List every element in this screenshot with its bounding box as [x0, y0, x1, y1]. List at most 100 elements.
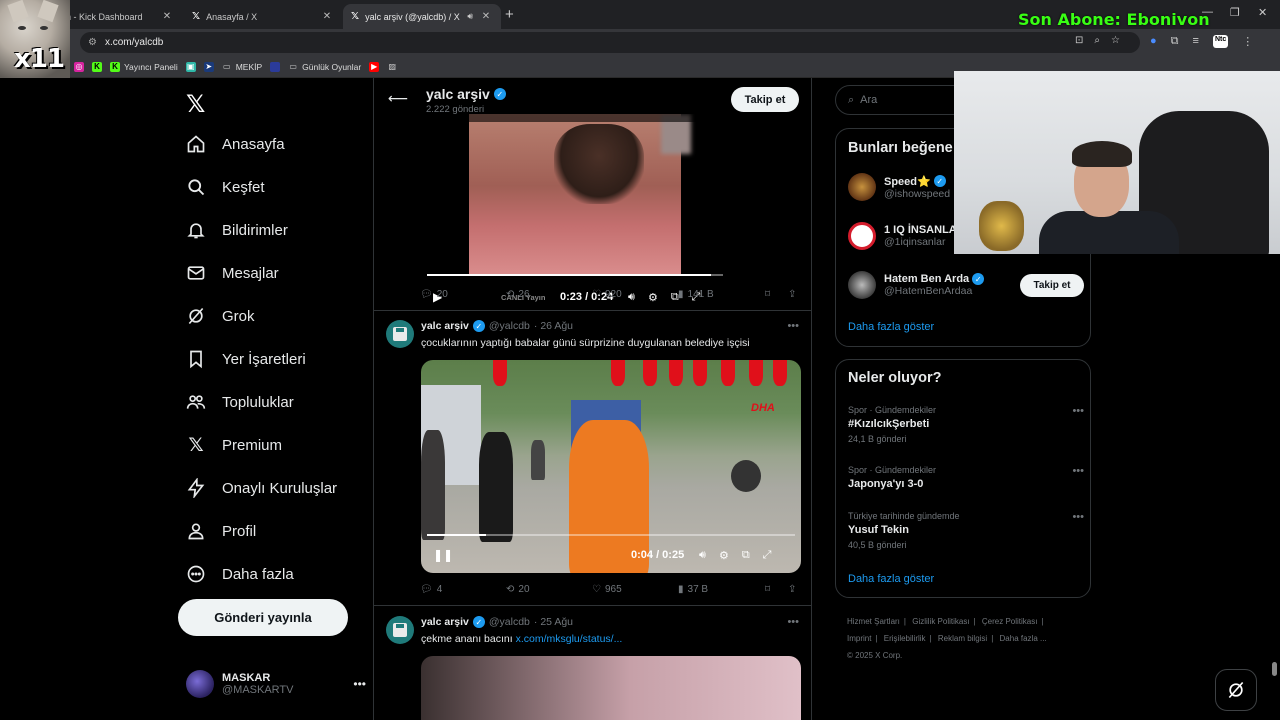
bookmark-arrow[interactable]: ➤ [203, 61, 214, 72]
post-author[interactable]: yalc arşiv [421, 616, 469, 628]
views-button[interactable]: ▮ 37 B [678, 584, 708, 595]
volume-icon[interactable]: 🔊︎ [699, 549, 706, 562]
nav-item-bildirimler[interactable]: Bildirimler [186, 220, 288, 240]
post-handle[interactable]: @yalcdb [489, 616, 530, 628]
kebab-menu-icon[interactable]: ⋮ [1242, 35, 1253, 48]
nav-label: Grok [222, 307, 255, 325]
restore-icon[interactable]: ❐ [1230, 6, 1240, 19]
tab-anasayfa[interactable]: 𝕏 Anasayfa / X ✕ [184, 4, 342, 29]
footer-link[interactable]: Imprint [847, 634, 871, 643]
nav-item-topluluklar[interactable]: Topluluklar [186, 392, 294, 412]
post-date[interactable]: · 25 Ağu [534, 616, 573, 628]
post-date[interactable]: · 26 Ağu [534, 320, 573, 332]
pause-icon[interactable]: ❚❚ [433, 548, 453, 562]
avatar[interactable] [386, 616, 414, 644]
install-icon[interactable]: ⊡ [1075, 35, 1083, 46]
bookmark-kick[interactable]: K [92, 61, 102, 72]
reply-button[interactable]: 💬︎ 20 [420, 289, 448, 300]
media-controls-icon[interactable]: ≡ [1193, 35, 1199, 48]
more-icon[interactable]: ••• [1072, 465, 1084, 477]
post-handle[interactable]: @yalcdb [489, 320, 530, 332]
trend-item[interactable]: Spor · Gündemdekiler Japonya'yı 3-0 ••• [848, 465, 1084, 490]
repost-button[interactable]: ⟲ 20 [506, 584, 530, 595]
nav-item-profil[interactable]: Profil [186, 521, 256, 541]
bookmark-yayinci-paneli[interactable]: K Yayıncı Paneli [110, 61, 178, 72]
follow-button[interactable]: Takip et [731, 87, 799, 112]
nav-item-yer-isaretleri[interactable]: Yer İşaretleri [186, 349, 306, 369]
follow-suggestion[interactable]: Hatem Ben Arda ✓ @HatemBenArdaa Takip et [848, 271, 1084, 299]
nav-item-anasayfa[interactable]: Anasayfa [186, 134, 285, 154]
tab-yalc-arsiv[interactable]: 𝕏 yalc arşiv (@yalcdb) / X 🔊︎ ✕ [343, 4, 501, 29]
views-button[interactable]: ▮ 141 B [678, 289, 714, 300]
scrollbar[interactable] [1272, 662, 1277, 676]
profile-badge-icon[interactable]: Ntc [1212, 35, 1229, 48]
zoom-icon[interactable]: ⌕ [1094, 35, 1100, 46]
follow-button[interactable]: Takip et [1020, 273, 1084, 297]
footer-link[interactable]: Gizlilik Politikası [912, 617, 969, 626]
bookmark-post-icon[interactable]: ⌑ [765, 289, 770, 300]
nav-item-mesajlar[interactable]: Mesajlar [186, 263, 279, 283]
avatar[interactable] [386, 320, 414, 348]
x-logo-icon[interactable]: 𝕏 [186, 90, 205, 118]
bookmark-post-icon[interactable]: ⌑ [765, 584, 770, 595]
video-player[interactable]: ▶ CANLI Yayın 0:23 / 0:24 🔊︎ ⚙︎ ⧉ ⤢ [421, 114, 729, 314]
close-icon[interactable]: ✕ [320, 11, 334, 22]
nav-item-daha-fazla[interactable]: Daha fazla [186, 564, 294, 584]
footer-link[interactable]: Çerez Politikası [982, 617, 1038, 626]
window-close-icon[interactable]: ✕ [1258, 6, 1267, 19]
grok-floating-button[interactable] [1215, 669, 1257, 711]
site-settings-icon[interactable]: ⚙︎ [88, 37, 97, 48]
bookmark-app[interactable]: ▣ [185, 61, 196, 72]
bookmark-mekip[interactable]: ▭ MEKİP [222, 62, 262, 72]
star-icon[interactable]: ☆ [1111, 35, 1120, 46]
bookmark-instagram[interactable]: ◎ [74, 61, 84, 72]
more-icon[interactable]: ••• [787, 616, 799, 628]
more-icon[interactable]: ••• [353, 677, 366, 691]
back-arrow-icon[interactable]: ⟵ [388, 90, 408, 107]
bookmark-image[interactable]: ▨ [387, 62, 397, 72]
video-progress-bar[interactable] [427, 274, 723, 276]
show-more-link[interactable]: Daha fazla göster [848, 573, 934, 585]
post-link[interactable]: x.com/mksglu/status/... [516, 633, 623, 645]
account-switcher[interactable]: MASKAR @MASKARTV ••• [186, 670, 366, 698]
nav-item-grok[interactable]: Grok [186, 306, 255, 326]
more-icon[interactable]: ••• [1072, 405, 1084, 417]
footer-link[interactable]: Hizmet Şartları [847, 617, 900, 626]
more-icon[interactable]: ••• [787, 320, 799, 332]
video-player[interactable] [421, 656, 801, 720]
url-bar[interactable]: ⚙︎ x.com/yalcdb [80, 32, 1140, 53]
bookmark-gunluk-oyunlar[interactable]: ▭ Günlük Oyunlar [288, 62, 361, 72]
trend-item[interactable]: Türkiye tarihinde gündemde Yusuf Tekin 4… [848, 511, 1084, 550]
trend-item[interactable]: Spor · Gündemdekiler #KızılcıkŞerbeti 24… [848, 405, 1084, 444]
settings-icon[interactable]: ⚙︎ [719, 549, 729, 562]
nav-item-kesfet[interactable]: Keşfet [186, 177, 265, 197]
more-icon[interactable]: ••• [1072, 511, 1084, 523]
speaker-icon[interactable]: 🔊︎ [467, 11, 473, 22]
footer-link[interactable]: Daha fazla ... [1000, 634, 1047, 643]
post-button[interactable]: Gönderi yayınla [178, 599, 348, 636]
close-icon[interactable]: ✕ [160, 11, 174, 22]
puzzle-icon[interactable]: ⧉ [1171, 35, 1179, 48]
share-icon[interactable]: ⇪ [788, 584, 796, 595]
reply-button[interactable]: 💬︎ 4 [420, 584, 442, 595]
bookmark-youtube[interactable]: ▶ [369, 61, 380, 72]
footer-link[interactable]: Erişilebilirlik [884, 634, 926, 643]
close-icon[interactable]: ✕ [479, 11, 493, 22]
fullscreen-icon[interactable]: ⤢ [763, 549, 772, 562]
post-author[interactable]: yalc arşiv [421, 320, 469, 332]
footer-link[interactable]: Reklam bilgisi [938, 634, 987, 643]
nav-item-premium[interactable]: 𝕏 Premium [186, 434, 282, 456]
video-progress-bar[interactable] [427, 534, 795, 536]
tab-kick-dashboard[interactable]: n - Kick Dashboard ✕ [58, 4, 182, 29]
new-tab-button[interactable]: + [505, 6, 514, 23]
repost-button[interactable]: ⟲ 26 [506, 289, 530, 300]
extension-icon[interactable]: ● [1150, 35, 1157, 48]
like-button[interactable]: ♡ 965 [592, 584, 622, 595]
like-button[interactable]: ♡ 920 [592, 289, 622, 300]
bookmark-blue[interactable] [270, 61, 281, 72]
video-player[interactable]: DHA ❚❚ 0:04 / 0:25 🔊︎ ⚙︎ ⧉ ⤢ [421, 360, 801, 573]
nav-item-onayli-kuruluslar[interactable]: Onaylı Kuruluşlar [186, 478, 337, 498]
show-more-link[interactable]: Daha fazla göster [848, 321, 934, 333]
pip-icon[interactable]: ⧉ [742, 549, 750, 562]
share-icon[interactable]: ⇪ [788, 289, 796, 300]
